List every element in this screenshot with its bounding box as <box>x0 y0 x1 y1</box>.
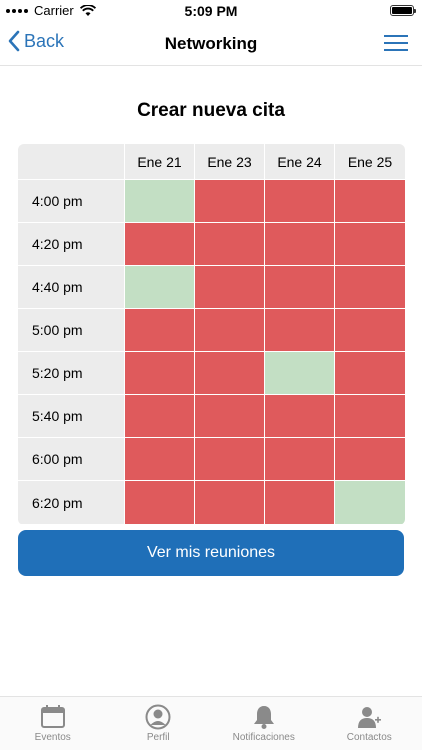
slot-busy <box>265 180 335 223</box>
tab-bar: Eventos Perfil Notificaciones Contactos <box>0 696 422 750</box>
slot-busy <box>265 266 335 309</box>
menu-button[interactable] <box>384 34 408 52</box>
time-slot-label: 4:20 pm <box>18 223 125 266</box>
status-time: 5:09 PM <box>184 3 238 19</box>
schedule-grid: Ene 21 Ene 23 Ene 24 Ene 25 4:00 pm 4:20 … <box>18 144 405 525</box>
nav-title: Networking <box>164 34 258 53</box>
tab-label: Eventos <box>34 732 71 743</box>
time-slot-label: 4:00 pm <box>18 180 125 223</box>
tab-label: Perfil <box>146 732 170 743</box>
tab-notificaciones[interactable]: Notificaciones <box>211 697 317 750</box>
time-slot-label: 5:40 pm <box>18 395 125 438</box>
status-bar: Carrier 5:09 PM <box>0 0 422 22</box>
slot-available[interactable] <box>265 352 335 395</box>
slot-busy <box>195 352 265 395</box>
slot-busy <box>195 395 265 438</box>
slot-available[interactable] <box>335 481 405 524</box>
slot-available[interactable] <box>125 266 195 309</box>
slot-available[interactable] <box>125 180 195 223</box>
time-slot-label: 5:20 pm <box>18 352 125 395</box>
slot-busy <box>265 395 335 438</box>
slot-busy <box>125 352 195 395</box>
slot-busy <box>125 309 195 352</box>
view-meetings-button[interactable]: Ver mis reuniones <box>18 530 404 576</box>
add-contact-icon <box>358 707 382 728</box>
date-header: Ene 21 <box>125 144 195 180</box>
date-header: Ene 23 <box>195 144 265 180</box>
slot-busy <box>195 223 265 266</box>
slot-busy <box>335 352 405 395</box>
grid-corner <box>18 144 125 180</box>
navigation-bar: Back Networking <box>0 22 422 66</box>
time-slot-label: 6:00 pm <box>18 438 125 481</box>
slot-busy <box>265 481 335 524</box>
slot-busy <box>125 481 195 524</box>
time-slot-label: 4:40 pm <box>18 266 125 309</box>
hamburger-icon <box>384 35 408 37</box>
calendar-icon <box>40 705 65 728</box>
slot-busy <box>335 309 405 352</box>
slot-busy <box>195 180 265 223</box>
date-header: Ene 24 <box>265 144 335 180</box>
slot-busy <box>265 438 335 481</box>
slot-busy <box>125 223 195 266</box>
slot-busy <box>335 395 405 438</box>
slot-busy <box>195 309 265 352</box>
slot-busy <box>125 438 195 481</box>
profile-icon <box>145 704 171 730</box>
tab-label: Contactos <box>346 732 392 743</box>
slot-busy <box>195 481 265 524</box>
tab-perfil[interactable]: Perfil <box>106 697 212 750</box>
slot-busy <box>335 438 405 481</box>
tab-eventos[interactable]: Eventos <box>0 697 106 750</box>
slot-busy <box>265 309 335 352</box>
tab-label: Notificaciones <box>232 732 295 743</box>
date-header: Ene 25 <box>335 144 405 180</box>
tab-contactos[interactable]: Contactos <box>317 697 422 750</box>
slot-busy <box>335 180 405 223</box>
slot-busy <box>335 223 405 266</box>
slot-busy <box>195 438 265 481</box>
time-slot-label: 6:20 pm <box>18 481 125 524</box>
slot-busy <box>195 266 265 309</box>
slot-busy <box>335 266 405 309</box>
bell-icon <box>253 706 274 729</box>
page-title: Crear nueva cita <box>137 100 285 121</box>
time-slot-label: 5:00 pm <box>18 309 125 352</box>
battery-icon <box>390 5 416 16</box>
slot-busy <box>265 223 335 266</box>
slot-busy <box>125 395 195 438</box>
